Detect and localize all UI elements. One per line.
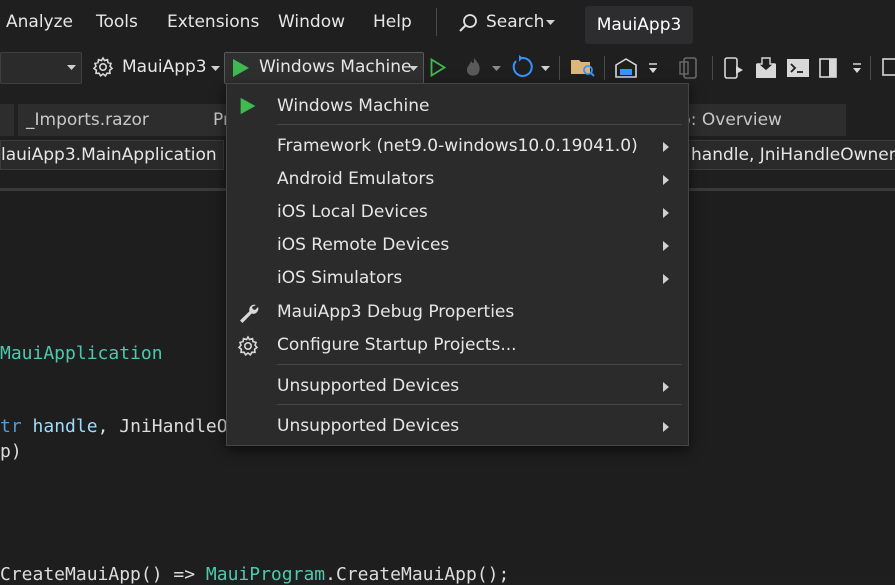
chevron-down-icon <box>67 65 76 70</box>
menu-bar: Analyze Tools Extensions Window Help Sea… <box>0 0 895 48</box>
chevron-down-icon <box>492 66 501 71</box>
chevron-right-icon <box>663 382 669 392</box>
wrench-icon <box>240 304 259 323</box>
menu-separator <box>277 404 682 405</box>
menu-window[interactable]: Window <box>278 12 345 32</box>
play-icon <box>240 97 256 115</box>
menu-item-label: MauiApp3 Debug Properties <box>277 302 515 322</box>
code-text: CreateMauiApp() => <box>0 564 206 585</box>
folder-search-icon[interactable] <box>570 56 596 78</box>
tab-hidden-left[interactable] <box>0 104 14 136</box>
search-button[interactable]: Search <box>456 9 566 39</box>
code-line: p) <box>0 441 22 462</box>
chevron-right-icon <box>663 241 669 251</box>
type-selector[interactable]: lauiApp3.MainApplication <box>0 140 224 170</box>
start-without-debugging-icon[interactable] <box>430 58 446 77</box>
code-text: .CreateMauiApp(); <box>325 564 510 585</box>
code-type: MauiProgram <box>205 564 326 585</box>
menu-item-configure-startup[interactable]: Configure Startup Projects... <box>227 329 688 361</box>
menu-item-label: Configure Startup Projects... <box>277 335 517 355</box>
chevron-down-icon <box>546 20 555 25</box>
display-icon[interactable] <box>880 56 895 80</box>
menu-item-framework[interactable]: Framework (net9.0-windows10.0.19041.0) <box>227 130 688 162</box>
chevron-right-icon <box>663 274 669 284</box>
menu-item-label: iOS Remote Devices <box>277 235 450 255</box>
menu-extensions[interactable]: Extensions <box>167 12 259 32</box>
hot-reload-icon[interactable] <box>462 56 486 78</box>
overflow-icon[interactable] <box>648 62 658 76</box>
menu-item-label: iOS Simulators <box>277 268 403 288</box>
tab-overview[interactable]: b: Overview <box>672 104 846 136</box>
menu-item-unsupported-devices[interactable]: Unsupported Devices <box>227 370 688 402</box>
chevron-down-icon <box>409 66 418 71</box>
menu-item-label: Android Emulators <box>277 169 435 189</box>
search-icon <box>459 14 477 32</box>
code-line: tr handle, JniHandleO <box>0 416 228 437</box>
play-icon <box>233 59 249 77</box>
toolbar-separator <box>870 56 871 80</box>
tab-imports-razor[interactable]: _Imports.razor <box>18 104 206 136</box>
run-target-button[interactable]: Windows Machine <box>224 52 424 84</box>
code-line: MauiApplication <box>0 343 163 364</box>
code-keyword: tr <box>0 416 22 437</box>
code-line: CreateMauiApp() => MauiProgram.CreateMau… <box>0 564 509 585</box>
menu-analyze[interactable]: Analyze <box>6 12 73 32</box>
startup-project-selector[interactable]: MauiApp3 <box>122 57 207 77</box>
download-package-icon[interactable] <box>754 56 778 80</box>
member-selector[interactable]: handle, JniHandleOwnersh <box>686 140 895 170</box>
menu-separator <box>436 8 437 36</box>
project-name-badge[interactable]: MauiApp3 <box>585 6 693 44</box>
chevron-down-icon <box>541 66 550 71</box>
gear-icon <box>92 56 114 77</box>
split-layout-icon[interactable] <box>818 56 842 80</box>
code-text: , JniHandleO <box>97 416 228 437</box>
menu-item-android-emulators[interactable]: Android Emulators <box>227 163 688 195</box>
configuration-combo[interactable] <box>0 52 82 84</box>
run-target-dropdown: Windows Machine Framework (net9.0-window… <box>226 83 689 446</box>
menu-item-unsupported-devices[interactable]: Unsupported Devices <box>227 410 688 442</box>
overflow-icon[interactable] <box>852 62 862 76</box>
chevron-right-icon <box>663 175 669 185</box>
toolbar: MauiApp3 Windows Machine <box>0 48 895 88</box>
menu-item-ios-local-devices[interactable]: iOS Local Devices <box>227 196 688 228</box>
menu-item-label: Unsupported Devices <box>277 416 460 436</box>
run-target-label: Windows Machine <box>259 57 412 77</box>
publish-icon[interactable] <box>614 56 638 80</box>
menu-item-debug-properties[interactable]: MauiApp3 Debug Properties <box>227 296 688 328</box>
menu-item-label: Framework (net9.0-windows10.0.19041.0) <box>277 136 638 156</box>
menu-item-ios-remote-devices[interactable]: iOS Remote Devices <box>227 229 688 261</box>
menu-item-label: Unsupported Devices <box>277 376 460 396</box>
gear-icon <box>237 335 259 356</box>
chevron-right-icon <box>663 422 669 432</box>
menu-item-windows-machine[interactable]: Windows Machine <box>227 90 688 122</box>
chevron-down-icon <box>211 66 220 71</box>
toolbar-separator <box>712 56 713 80</box>
device-icon[interactable] <box>678 56 700 80</box>
menu-item-label: iOS Local Devices <box>277 202 428 222</box>
toolbar-separator <box>559 56 560 80</box>
menu-item-ios-simulators[interactable]: iOS Simulators <box>227 262 688 294</box>
menu-separator <box>277 124 682 125</box>
menu-separator <box>277 364 682 365</box>
restart-icon[interactable] <box>510 55 534 79</box>
toolbar-separator <box>604 56 605 80</box>
menu-item-label: Windows Machine <box>277 96 430 116</box>
device-manager-icon[interactable] <box>722 56 746 80</box>
search-label: Search <box>486 12 545 32</box>
chevron-right-icon <box>663 208 669 218</box>
code-identifier: handle <box>32 416 98 437</box>
terminal-icon[interactable] <box>786 57 810 79</box>
chevron-right-icon <box>663 142 669 152</box>
menu-tools[interactable]: Tools <box>96 12 138 32</box>
menu-help[interactable]: Help <box>373 12 412 32</box>
